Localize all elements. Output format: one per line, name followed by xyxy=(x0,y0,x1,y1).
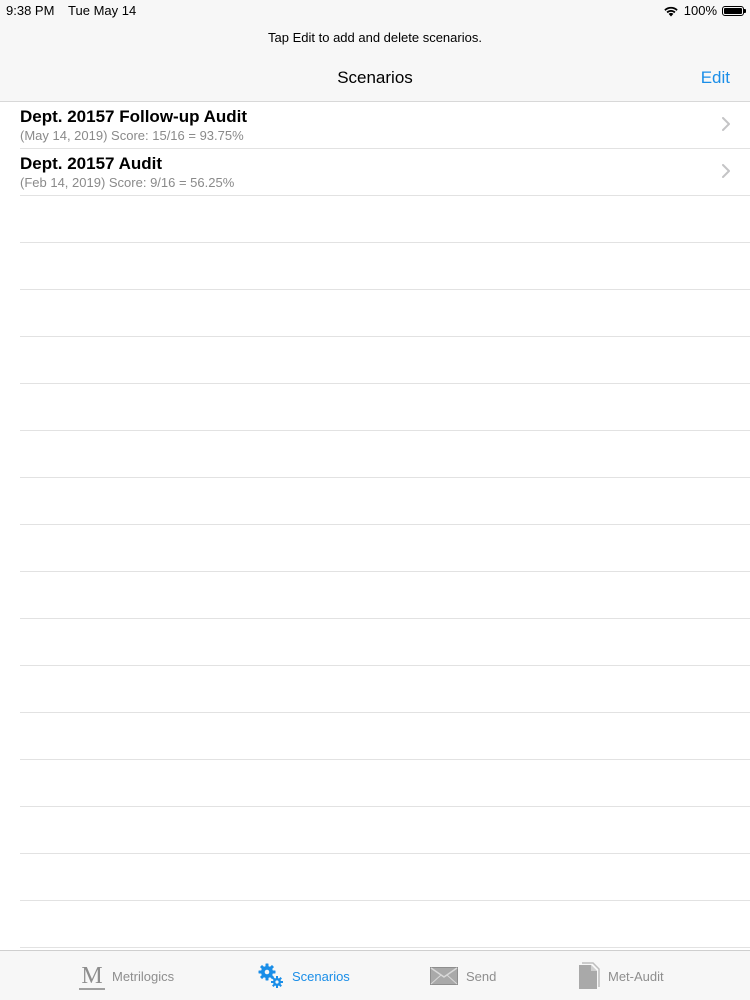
empty-row xyxy=(20,619,750,666)
tab-label: Met-Audit xyxy=(608,968,664,984)
empty-row xyxy=(20,572,750,619)
empty-row xyxy=(20,525,750,572)
empty-row xyxy=(20,431,750,478)
page-title: Scenarios xyxy=(337,68,413,87)
scenario-subtitle: (Feb 14, 2019) Score: 9/16 = 56.25% xyxy=(20,175,235,190)
envelope-icon xyxy=(430,967,458,985)
metrilogics-logo-icon: M xyxy=(79,963,105,990)
empty-row xyxy=(20,478,750,525)
scenario-row[interactable]: Dept. 20157 Audit (Feb 14, 2019) Score: … xyxy=(20,149,750,196)
empty-row xyxy=(20,384,750,431)
empty-row xyxy=(20,196,750,243)
empty-row xyxy=(20,666,750,713)
nav-prompt: Tap Edit to add and delete scenarios. xyxy=(268,30,482,45)
wifi-icon xyxy=(663,5,679,17)
tab-send[interactable]: Send xyxy=(430,961,496,991)
empty-row xyxy=(20,760,750,807)
chevron-right-icon xyxy=(722,117,730,131)
tab-met-audit[interactable]: Met-Audit xyxy=(578,961,664,991)
scenario-subtitle: (May 14, 2019) Score: 15/16 = 93.75% xyxy=(20,128,244,143)
chevron-right-icon xyxy=(722,164,730,178)
empty-row xyxy=(20,243,750,290)
empty-row xyxy=(20,713,750,760)
empty-row xyxy=(20,290,750,337)
empty-row xyxy=(20,337,750,384)
empty-row xyxy=(20,807,750,854)
navigation-bar: Tap Edit to add and delete scenarios. Sc… xyxy=(0,22,750,102)
status-left: 9:38 PM Tue May 14 xyxy=(6,3,136,18)
scenario-title: Dept. 20157 Audit xyxy=(20,154,163,173)
status-date: Tue May 14 xyxy=(68,3,137,18)
empty-row xyxy=(20,901,750,948)
edit-button[interactable]: Edit xyxy=(701,68,730,88)
battery-icon xyxy=(722,5,746,16)
scenario-list: Dept. 20157 Follow-up Audit (May 14, 201… xyxy=(0,102,750,948)
status-right: 100% xyxy=(663,3,746,18)
tab-metrilogics[interactable]: M Metrilogics xyxy=(79,961,175,991)
document-icon xyxy=(579,962,600,989)
tab-label: Send xyxy=(466,968,497,984)
tab-scenarios[interactable]: Scenarios xyxy=(258,961,350,991)
scenario-title: Dept. 20157 Follow-up Audit xyxy=(20,107,247,126)
status-bar: 9:38 PM Tue May 14 100% xyxy=(0,0,750,22)
empty-row xyxy=(20,854,750,901)
gears-icon xyxy=(258,963,283,988)
tab-label: Metrilogics xyxy=(112,968,175,984)
tab-label: Scenarios xyxy=(292,968,350,984)
status-time: 9:38 PM xyxy=(6,3,55,18)
battery-percentage: 100% xyxy=(683,3,717,18)
tab-bar: M Metrilogics Scenarios Send Met-Audit xyxy=(0,950,750,1000)
scenario-row[interactable]: Dept. 20157 Follow-up Audit (May 14, 201… xyxy=(20,102,750,149)
